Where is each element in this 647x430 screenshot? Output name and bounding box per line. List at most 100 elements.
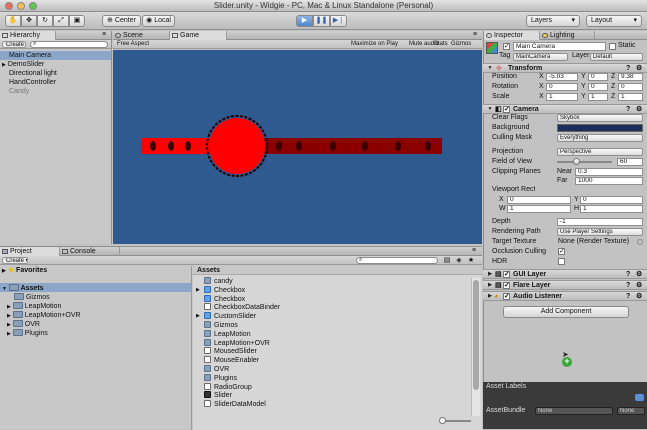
audio-listener-checkbox[interactable]: ✓ — [503, 293, 510, 300]
layout-dropdown[interactable]: Layout ▾ — [586, 15, 642, 27]
step-button[interactable]: ▶❘ — [330, 15, 347, 27]
clear-flags-dropdown[interactable]: Skybox — [557, 114, 643, 122]
target-texture-field[interactable]: None (Render Texture) — [558, 237, 634, 246]
settings-gear-icon[interactable]: ⚙ — [636, 281, 642, 290]
asset-list-item[interactable]: SliderDataModel — [193, 400, 482, 409]
project-tree-item[interactable]: ▶ LeapMotion+OVR — [0, 310, 191, 319]
hierarchy-item[interactable]: Main Camera — [0, 51, 111, 60]
help-icon[interactable]: ? — [626, 281, 630, 290]
tab-inspector[interactable]: Inspector — [484, 31, 540, 40]
asset-list-item[interactable]: LeapMotion — [193, 329, 482, 339]
depth-field[interactable]: -1 — [557, 218, 643, 226]
stats-toggle[interactable]: Stats — [434, 40, 448, 49]
background-color-swatch[interactable] — [557, 124, 643, 132]
scale-z-field[interactable]: 1 — [618, 93, 643, 101]
zoom-window-button[interactable] — [29, 2, 37, 10]
play-button[interactable]: ▶ — [296, 15, 313, 27]
scale-x-field[interactable]: 1 — [546, 93, 578, 101]
expand-arrow-icon[interactable]: ▶ — [196, 312, 200, 321]
filter-by-label-icon[interactable]: ◈ — [455, 257, 463, 265]
hand-tool-button[interactable]: ✋ — [5, 15, 21, 27]
settings-gear-icon[interactable]: ⚙ — [636, 105, 642, 114]
flare-layer-checkbox[interactable]: ✓ — [503, 282, 510, 289]
position-y-field[interactable]: 0 — [588, 73, 608, 81]
game-viewport[interactable] — [113, 50, 482, 244]
fov-slider-thumb[interactable] — [573, 158, 580, 165]
asset-bundle-dropdown[interactable]: None — [535, 407, 613, 415]
active-checkbox[interactable]: ✓ — [503, 43, 510, 50]
asset-list-item[interactable]: Checkbox — [193, 294, 482, 304]
filter-by-type-icon[interactable]: ▤ — [443, 257, 451, 265]
pause-button[interactable]: ❚❚ — [313, 15, 330, 27]
panel-menu-icon[interactable]: ≡ — [100, 31, 108, 39]
tab-game[interactable]: Game — [170, 31, 227, 40]
position-z-field[interactable]: 9.38 — [618, 73, 643, 81]
tab-hierarchy[interactable]: Hierarchy — [0, 31, 56, 40]
object-name-field[interactable]: Main Camera — [513, 42, 606, 51]
fov-slider-track[interactable] — [557, 158, 612, 165]
viewport-y-field[interactable]: 0 — [580, 196, 643, 204]
assets-scrollbar-thumb[interactable] — [473, 280, 479, 390]
asset-list-item[interactable]: RadioGroup — [193, 382, 482, 392]
icon-size-slider-thumb[interactable] — [439, 417, 446, 424]
help-icon[interactable]: ? — [626, 64, 630, 73]
pivot-toggle-button[interactable]: ⊕ Center — [102, 15, 141, 27]
hierarchy-search-input[interactable]: ⌕ — [30, 41, 108, 48]
panel-menu-icon[interactable]: ≡ — [471, 31, 479, 39]
asset-list-item[interactable]: CheckboxDataBinder — [193, 303, 482, 312]
viewport-x-field[interactable]: 0 — [507, 196, 571, 204]
move-tool-button[interactable]: ✥ — [21, 15, 37, 27]
scale-tool-button[interactable]: ⤢ — [53, 15, 69, 27]
asset-list-item[interactable]: OVR — [193, 365, 482, 374]
expand-arrow-icon[interactable]: ▶ — [7, 331, 11, 337]
settings-gear-icon[interactable]: ⚙ — [636, 64, 642, 73]
asset-list-item[interactable]: LeapMotion+OVR — [193, 338, 482, 348]
hierarchy-item[interactable]: Candy — [0, 87, 111, 96]
asset-list-item[interactable]: Plugins — [193, 373, 482, 383]
project-tree-item[interactable]: ▶ Plugins — [0, 328, 191, 337]
rendering-path-dropdown[interactable]: Use Player Settings — [557, 228, 643, 236]
asset-list-item[interactable]: Gizmos — [193, 321, 482, 330]
rect-tool-button[interactable]: ▣ — [69, 15, 85, 27]
space-toggle-button[interactable]: ◉ Local — [142, 15, 175, 27]
position-x-field[interactable]: -5.03 — [546, 73, 578, 81]
audio-listener-header[interactable]: ▶ ◕ ✓ Audio Listener ? ⚙ — [483, 291, 647, 301]
project-tree-item[interactable]: ▶ OVR — [0, 319, 191, 328]
project-search-input[interactable]: ⌕ — [356, 257, 438, 264]
object-picker-icon[interactable] — [637, 239, 643, 245]
expand-arrow-icon[interactable]: ▶ — [196, 286, 200, 295]
gui-layer-checkbox[interactable]: ✓ — [503, 271, 510, 278]
close-window-button[interactable] — [5, 2, 13, 10]
add-component-button[interactable]: Add Component — [503, 306, 629, 318]
settings-gear-icon[interactable]: ⚙ — [636, 292, 642, 301]
project-tree-item[interactable]: ▼ Assets — [0, 283, 191, 292]
project-create-button[interactable]: Create ▾ — [2, 257, 28, 264]
rotation-y-field[interactable]: 0 — [588, 83, 608, 91]
tag-dropdown[interactable]: MainCamera — [513, 53, 568, 61]
hierarchy-item[interactable]: Directional light — [0, 69, 111, 78]
hierarchy-create-button[interactable]: Create ▾ — [2, 41, 26, 48]
asset-list-item[interactable]: ▶ CustomSlider — [193, 312, 482, 321]
camera-enabled-checkbox[interactable]: ✓ — [503, 106, 510, 113]
minimize-window-button[interactable] — [17, 2, 25, 10]
panel-menu-icon[interactable]: ≡ — [470, 247, 478, 255]
projection-dropdown[interactable]: Perspective — [557, 148, 643, 156]
asset-list-item[interactable]: ▶ Checkbox — [193, 285, 482, 295]
layer-dropdown[interactable]: Default — [590, 53, 643, 61]
project-tree-item[interactable]: Gizmos — [0, 292, 191, 301]
culling-mask-dropdown[interactable]: Everything — [557, 134, 643, 142]
hierarchy-item[interactable]: HandController — [0, 78, 111, 87]
tab-project[interactable]: Project — [0, 247, 60, 256]
maximize-on-play-toggle[interactable]: Maximize on Play — [351, 40, 398, 49]
fov-field[interactable]: 60 — [617, 158, 643, 166]
scale-y-field[interactable]: 1 — [588, 93, 608, 101]
rotation-z-field[interactable]: 0 — [618, 83, 643, 91]
expand-arrow-icon[interactable]: ▶ — [2, 268, 6, 274]
gizmos-toggle[interactable]: Gizmos — [451, 40, 471, 49]
flare-layer-header[interactable]: ▶ ▤ ✓ Flare Layer ? ⚙ — [483, 280, 647, 290]
hierarchy-item[interactable]: ▶ DemoSlider — [0, 60, 111, 69]
asset-list-item[interactable]: candy — [193, 277, 482, 286]
hdr-checkbox[interactable] — [558, 258, 565, 265]
expand-arrow-icon[interactable]: ▶ — [2, 62, 6, 68]
favorite-star-icon[interactable]: ★ — [467, 257, 475, 265]
